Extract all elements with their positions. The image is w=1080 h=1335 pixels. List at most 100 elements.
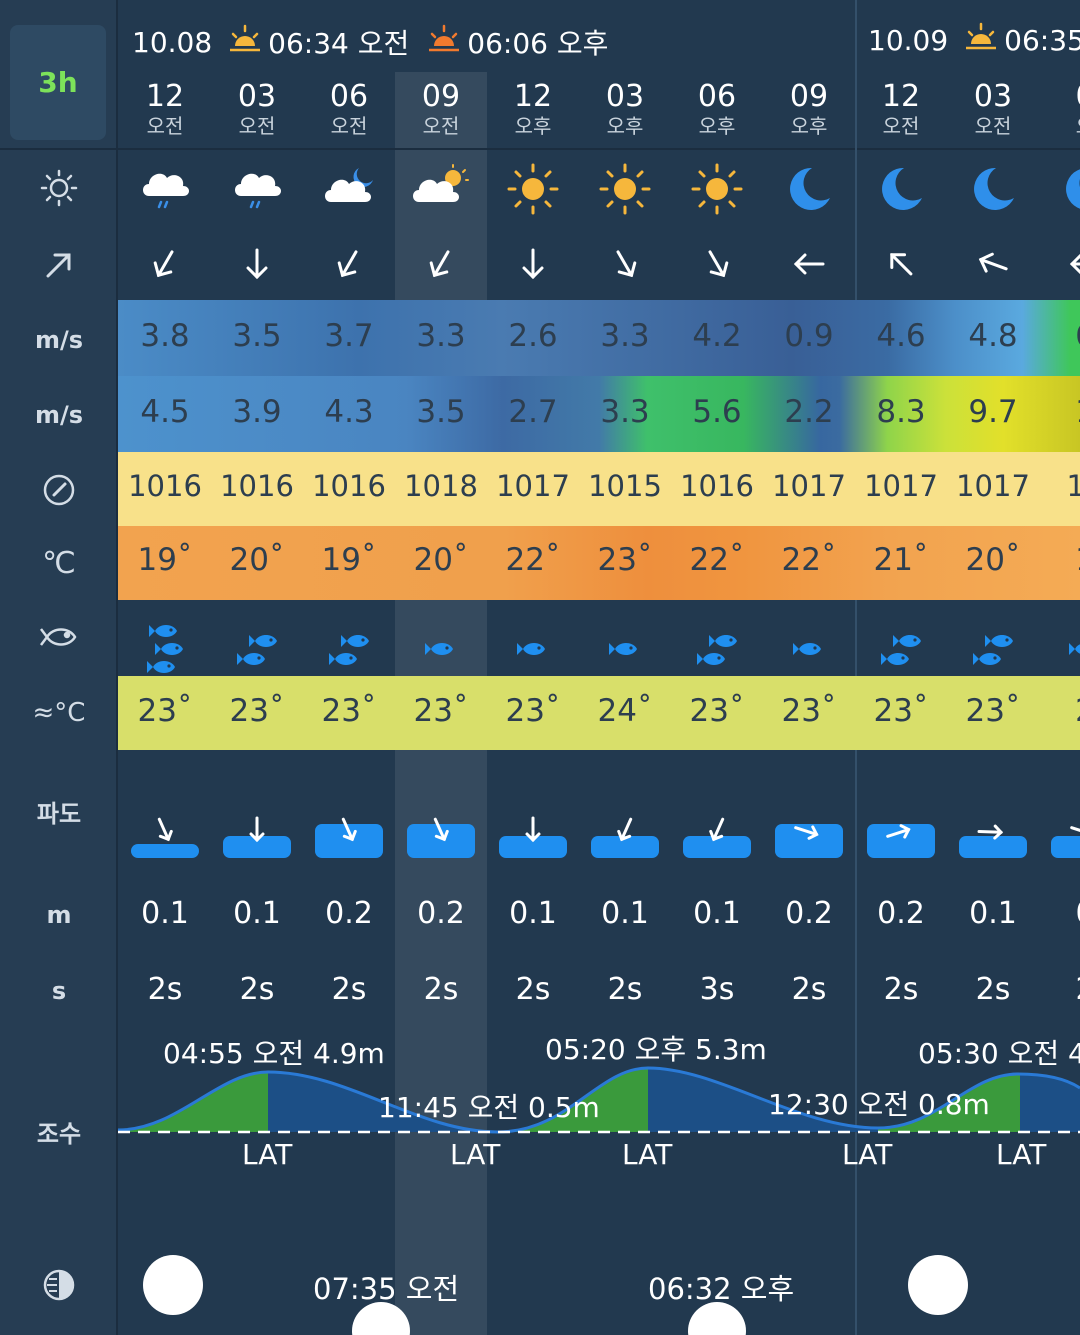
arrow-down-icon [487,240,579,288]
wave-direction-icon [487,812,579,862]
wave-period-value: 2 [1039,972,1080,1007]
sunset-time: 06:06 오후 [467,27,609,60]
moon-icon [855,160,947,218]
temperature-value: 19˚ [321,542,377,578]
wind-speed-value: 3.3 [600,318,650,354]
wind-speed-value: 0.9 [784,318,834,354]
wave-height-value: 0.2 [417,896,465,931]
cloud-rain-icon [211,160,303,218]
moon-phase-disc [908,1255,968,1315]
wave-period-value: 2s [607,972,643,1007]
water-temp-value: 23˚ [321,693,377,729]
arrow-up-left-icon [855,240,947,288]
wind-speed-value: 3.5 [232,318,282,354]
moonrise-time: 07:35 오전 [313,1272,460,1306]
tide-low-label: 12:30 오전 0.8m [768,1088,990,1121]
temperature-value: 22˚ [689,542,745,578]
tide-low-label: 11:45 오전 0.5m [378,1091,600,1124]
sunset-icon [427,24,461,61]
wave-direction-icon [763,812,855,862]
gust-speed-value: 3.9 [232,394,282,430]
wind-speed-value: 4.2 [692,318,742,354]
wave-direction-icon [671,812,763,862]
hour-label: 03 [973,79,1013,114]
arrow-left-up-icon [947,240,1039,288]
temperature-value: 20˚ [965,542,1021,578]
day-date: 10.08 [132,25,213,59]
ampm-label: 오전 [330,114,368,138]
fish-icon [147,646,177,684]
gust-speed-value: 1 [1039,394,1080,430]
lat-label: LAT [242,1138,293,1171]
fish-activity [763,608,855,668]
fish-icon [517,628,547,666]
pressure-value: 1016 [680,469,754,503]
ampm-label: 오 [1039,114,1080,138]
wave-direction-icon [1039,812,1080,862]
lat-label: LAT [996,1138,1047,1171]
fish-activity [487,608,579,668]
wave-period-unit: s [51,977,67,1005]
tide-label: 조수 [36,1119,82,1148]
wave-label: 파도 [36,799,82,828]
wave-height-value: 0.1 [693,896,741,931]
fish-activity [947,608,1039,668]
temperature-value: 20˚ [229,542,285,578]
temperature-value: 1 [1039,542,1080,578]
wave-period-value: 2s [791,972,827,1007]
arrow-down-right-icon [671,240,763,288]
gust-speed-value: 5.6 [692,394,742,430]
lat-label: LAT [842,1138,893,1171]
forecast-app: 3h m/s m/s ℃ ≈°C 파도 m s 조수 10.08 06:34 오… [0,0,1080,1335]
sunrise-time: 06:35 [1004,24,1080,57]
wave-period-value: 3s [699,972,735,1007]
sun-icon [579,160,671,218]
hour-label: 12 [513,79,553,114]
time-column-header: 06 오전 [303,80,395,139]
ampm-label: 오후 [606,114,644,138]
fish-icon [793,628,823,666]
temperature-value: 19˚ [137,542,193,578]
water-temp-value: 23˚ [413,693,469,729]
gust-speed-value: 4.3 [324,394,374,430]
water-temp-value: 23˚ [689,693,745,729]
time-column-header: 09 오후 [763,80,855,139]
arrow-left-icon [763,240,855,288]
cloud-moon-icon [303,160,395,218]
gust-speed-value: 2.7 [508,394,558,430]
wave-height-value: 0 [1039,896,1080,931]
water-temp-value: 23˚ [229,693,285,729]
pressure-value: 1015 [588,469,662,503]
temperature-value: 22˚ [505,542,561,578]
sun-icon [671,160,763,218]
wind-speed-value: 4.6 [876,318,926,354]
tide-high-label: 05:30 오전 4 [918,1037,1080,1070]
gust-speed-value: 3.3 [600,394,650,430]
water-temp-value: 23˚ [873,693,929,729]
gust-unit-label: m/s [34,401,84,429]
wind-unit-label: m/s [34,326,84,354]
wind-speed-value: 2.6 [508,318,558,354]
pressure-value: 1016 [128,469,202,503]
moonset-time: 06:32 오후 [648,1272,795,1306]
water-temp-value: 23˚ [781,693,837,729]
pressure-value: 1017 [496,469,570,503]
gust-speed-value: 8.3 [876,394,926,430]
day-header: 10.09 06:35 [868,22,1080,59]
period-button[interactable]: 3h [10,25,106,140]
moon-icon [763,160,855,218]
ampm-label: 오후 [514,114,552,138]
date-row: 10.08 06:34 오전 06:06 오후 10.09 06:35 [118,0,1080,72]
ampm-label: 오전 [146,114,184,138]
pressure-value: 1017 [864,469,938,503]
time-column-header: 03 오전 [947,79,1039,139]
ampm-label: 오전 [882,114,920,138]
fish-icon [237,638,267,676]
pressure-value: 1018 [404,469,478,503]
sunrise-icon [228,24,262,61]
wave-height-value: 0.1 [233,896,281,931]
pressure-value: 1017 [956,469,1030,503]
fish-icon [973,638,1003,676]
hour-label: 03 [237,79,277,114]
time-column-header: 09 오전 [395,80,487,139]
